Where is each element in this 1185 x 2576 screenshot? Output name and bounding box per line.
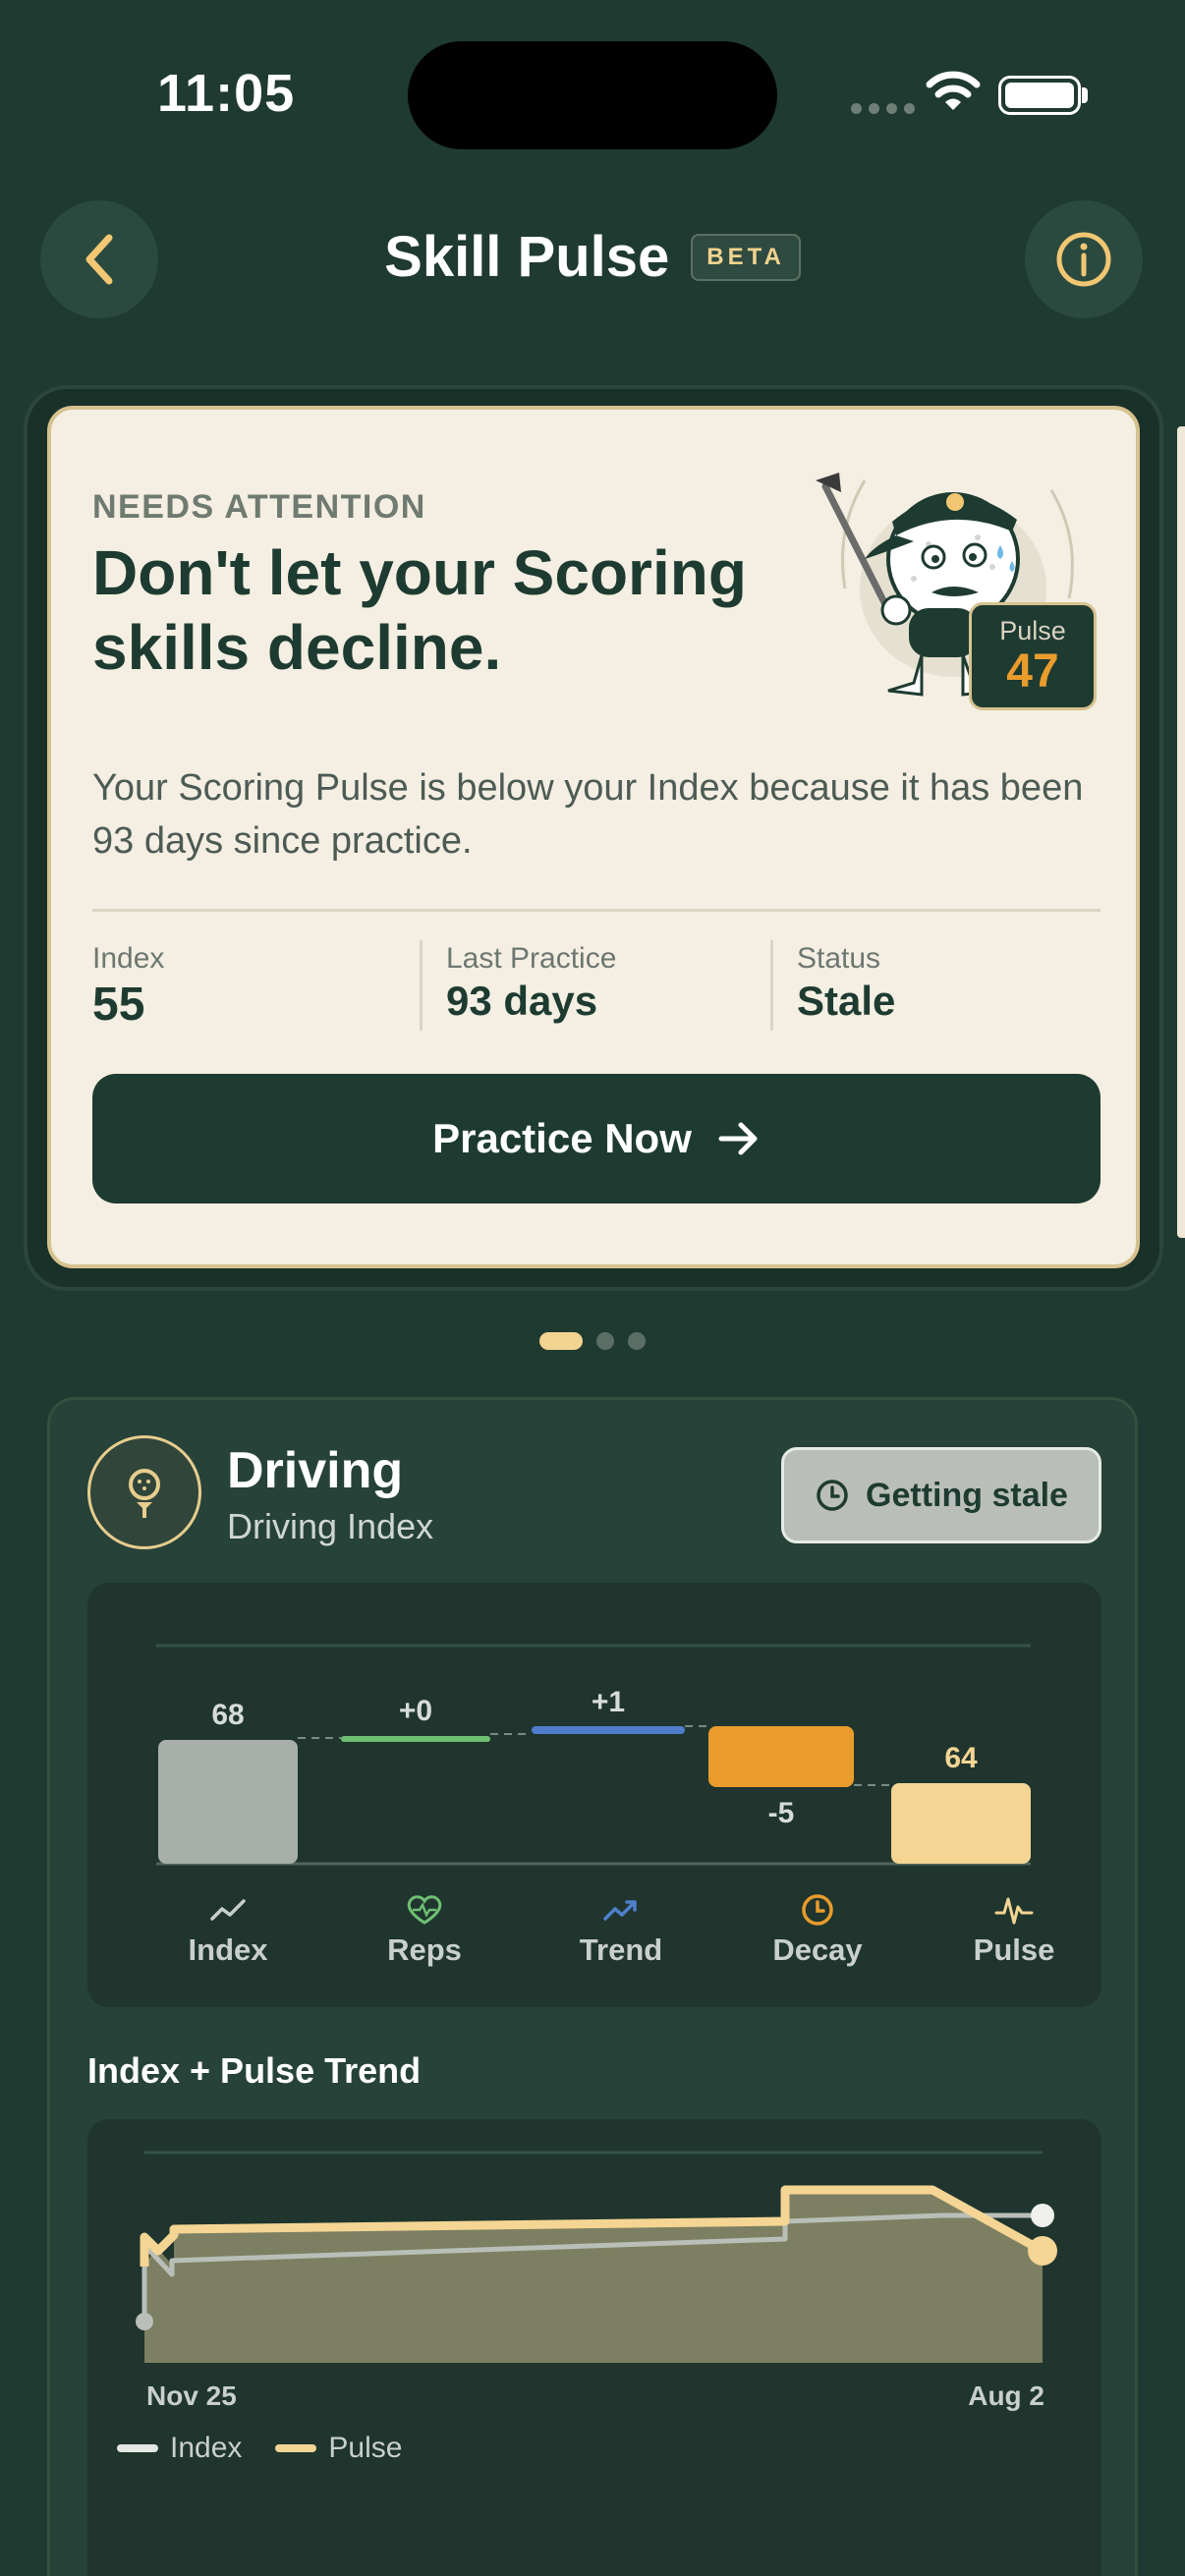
value-label-index: 68 xyxy=(211,1699,244,1731)
battery-icon xyxy=(998,76,1081,115)
pager-dot-2[interactable] xyxy=(596,1332,614,1350)
card-eyebrow: NEEDS ATTENTION xyxy=(92,488,426,526)
cellular-signal-icon xyxy=(851,103,915,114)
practice-now-label: Practice Now xyxy=(432,1115,692,1161)
status-bar: 11:05 xyxy=(0,0,1185,196)
stat-index: Index 55 xyxy=(92,940,420,1031)
card-stats: Index 55 Last Practice 93 days Status St… xyxy=(92,940,1100,1031)
legend-pulse: Pulse xyxy=(916,1893,1112,1968)
bar-index xyxy=(158,1740,298,1864)
carousel-pager xyxy=(0,1332,1185,1350)
clock-icon xyxy=(817,1480,848,1511)
card-body-text: Your Scoring Pulse is below your Index b… xyxy=(92,767,1084,862)
stat-label: Status xyxy=(797,942,881,975)
stat-label: Last Practice xyxy=(446,942,617,975)
trend-svg xyxy=(136,2151,1057,2363)
status-time: 11:05 xyxy=(157,64,296,123)
pager-dot-3[interactable] xyxy=(628,1332,646,1350)
getting-stale-badge[interactable]: Getting stale xyxy=(781,1447,1101,1543)
pulse-swatch xyxy=(275,2444,317,2452)
legend-label: Index xyxy=(188,1932,268,1967)
index-end-point xyxy=(1031,2204,1054,2227)
value-label-pulse: 64 xyxy=(944,1742,978,1774)
dynamic-island xyxy=(408,41,777,149)
waveform-icon xyxy=(994,1897,1034,1925)
trend-legend-pulse: Pulse xyxy=(275,2432,402,2465)
battery-tip xyxy=(1082,87,1088,103)
wifi-icon xyxy=(926,71,981,110)
stale-badge-label: Getting stale xyxy=(866,1476,1068,1514)
page-header: Skill Pulse BETA xyxy=(0,224,1185,290)
trend-legend: Index Pulse xyxy=(117,2432,402,2465)
heart-pulse-icon xyxy=(407,1895,442,1925)
stat-last-practice: Last Practice 93 days xyxy=(420,940,770,1031)
pulse-score-badge: Pulse 47 xyxy=(969,602,1097,710)
trend-section-title: Index + Pulse Trend xyxy=(87,2050,422,2091)
driving-skill-card[interactable]: Driving Driving Index Getting stale 68 +… xyxy=(47,1397,1138,2576)
line-chart-icon xyxy=(210,1899,246,1921)
trend-legend-index: Index xyxy=(117,2432,242,2465)
pager-dot-1[interactable] xyxy=(539,1332,583,1350)
stat-label: Index xyxy=(92,942,165,975)
clock-icon xyxy=(802,1894,833,1926)
attention-card[interactable]: NEEDS ATTENTION Don't let your Scoring s… xyxy=(47,406,1140,1268)
legend-reps: Reps xyxy=(326,1893,523,1968)
bar-reps xyxy=(341,1736,490,1742)
stat-value: 93 days xyxy=(446,978,598,1024)
index-pulse-trend-chart: Nov 25 Aug 2 Index Pulse xyxy=(87,2119,1101,2576)
trend-end-date: Aug 2 xyxy=(968,2380,1044,2411)
trend-start-date: Nov 25 xyxy=(146,2380,237,2411)
arrow-right-icon xyxy=(718,1122,758,1155)
bar-trend xyxy=(532,1726,685,1734)
info-icon xyxy=(1056,232,1111,287)
pulse-end-point xyxy=(1028,2236,1057,2266)
legend-label: Pulse xyxy=(973,1932,1055,1967)
legend-trend: Trend xyxy=(523,1893,719,1968)
index-swatch xyxy=(117,2444,158,2452)
bar-pulse xyxy=(891,1783,1031,1864)
card-headline: Don't let your Scoring skills decline. xyxy=(92,537,747,683)
value-label-reps: +0 xyxy=(399,1695,432,1727)
pulse-waterfall-chart: 68 +0 +1 -5 64 Index Reps Trend Decay Pu… xyxy=(87,1583,1101,2007)
stat-status: Status Stale xyxy=(770,940,1100,1031)
bar-decay xyxy=(708,1726,854,1787)
card-divider xyxy=(92,909,1100,912)
legend-label: Reps xyxy=(387,1932,462,1967)
trend-legend-label: Index xyxy=(170,2432,243,2464)
value-label-trend: +1 xyxy=(592,1686,625,1718)
skill-title: Driving xyxy=(227,1442,404,1499)
index-start-point xyxy=(136,2313,153,2330)
skill-subtitle: Driving Index xyxy=(227,1506,434,1546)
waterfall-legend: Index Reps Trend Decay Pulse xyxy=(87,1893,1101,1991)
pulse-badge-value: 47 xyxy=(1006,644,1059,698)
legend-label: Trend xyxy=(579,1932,663,1967)
practice-now-button[interactable]: Practice Now xyxy=(92,1074,1100,1204)
beta-badge: BETA xyxy=(691,233,801,281)
stat-value: Stale xyxy=(797,978,896,1024)
next-card-peek[interactable] xyxy=(1177,426,1185,1238)
golf-tee-icon xyxy=(87,1435,201,1549)
page-title: Skill Pulse xyxy=(384,225,670,289)
legend-decay: Decay xyxy=(719,1893,916,1968)
legend-index: Index xyxy=(130,1893,326,1968)
pulse-badge-label: Pulse xyxy=(999,615,1066,645)
trend-legend-label: Pulse xyxy=(328,2432,403,2464)
info-button[interactable] xyxy=(1025,200,1143,318)
legend-label: Decay xyxy=(772,1932,863,1967)
stat-value: 55 xyxy=(92,979,145,1031)
value-label-decay: -5 xyxy=(768,1797,795,1829)
trending-up-icon xyxy=(603,1900,637,1921)
